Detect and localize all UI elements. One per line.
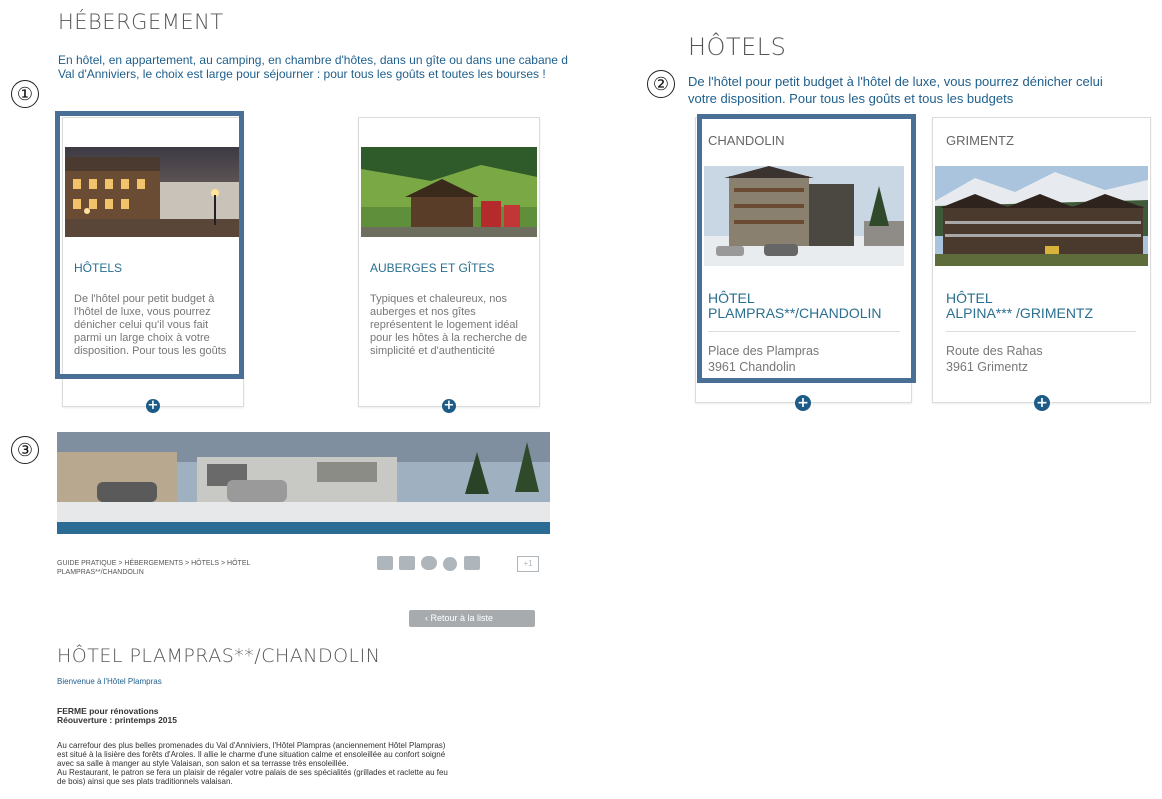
- hotels-intro-line1: De l'hôtel pour petit budget à l'hôtel d…: [688, 74, 1103, 89]
- marker-2: ②: [647, 70, 675, 98]
- like-icon[interactable]: [464, 556, 480, 570]
- add-icon[interactable]: [443, 557, 457, 571]
- plus-icon[interactable]: +: [1034, 395, 1050, 411]
- hotel-card-addr1: Route des Rahas: [946, 344, 1043, 358]
- breadcrumb-line1[interactable]: GUIDE PRATIQUE > HÉBERGEMENTS > HÔTELS >…: [57, 559, 250, 568]
- description-line: de bois) ainsi que ses plats traditionne…: [57, 777, 233, 786]
- description-line: avec sa salle à manger au style Valaisan…: [57, 759, 349, 768]
- welcome-text: Bienvenue à l'Hôtel Plampras: [57, 677, 162, 686]
- hebergement-intro-line2: Val d'Anniviers, le choix est large pour…: [58, 67, 546, 81]
- hebergement-title: HÉBERGEMENT: [58, 10, 224, 34]
- auberges-photo: [361, 147, 537, 237]
- plus-icon[interactable]: +: [795, 395, 811, 411]
- hotels-title: HÔTELS: [688, 33, 787, 61]
- detail-banner: [57, 432, 550, 534]
- print-icon[interactable]: [377, 556, 393, 570]
- hotel-card-location: GRIMENTZ: [946, 133, 1014, 148]
- highlight-box-1: [55, 111, 244, 379]
- description-line: Au carrefour des plus belles promenades …: [57, 741, 446, 750]
- detail-title: HÔTEL PLAMPRAS**/CHANDOLIN: [57, 645, 381, 667]
- plus-icon[interactable]: +: [146, 399, 160, 413]
- breadcrumb-line2[interactable]: PLAMPRAS**/CHANDOLIN: [57, 568, 144, 577]
- google-plus-icon[interactable]: +1: [517, 556, 539, 572]
- description-line: est situé à la lisière des forêts d'Arol…: [57, 750, 446, 759]
- card-auberges[interactable]: AUBERGES ET GÎTES Typiques et chaleureux…: [358, 117, 540, 407]
- hebergement-intro-line1: En hôtel, en appartement, au camping, en…: [58, 53, 568, 67]
- grimentz-photo: [935, 166, 1148, 266]
- description-line: Au Restaurant, le patron se fera un plai…: [57, 768, 448, 777]
- hotel-card-grimentz[interactable]: GRIMENTZ HÔTEL ALPINA*** /GRIMENTZ Route…: [932, 117, 1151, 403]
- highlight-box-2: [697, 114, 916, 383]
- hotel-card-name-line1[interactable]: HÔTEL: [946, 291, 993, 306]
- plus-icon[interactable]: +: [442, 399, 456, 413]
- marker-3: ③: [11, 436, 39, 464]
- hotels-intro-line2: votre disposition. Pour tous les goûts e…: [688, 91, 1014, 106]
- hotel-card-name-line2[interactable]: ALPINA*** /GRIMENTZ: [946, 306, 1093, 321]
- marker-1: ①: [11, 80, 39, 108]
- card-auberges-title[interactable]: AUBERGES ET GÎTES: [370, 261, 494, 275]
- back-to-list-button[interactable]: ‹ Retour à la liste: [409, 610, 535, 627]
- pdf-icon[interactable]: [399, 556, 415, 570]
- email-icon[interactable]: [421, 556, 437, 570]
- reopening-notice: Réouverture : printemps 2015: [57, 715, 177, 725]
- hotel-card-addr2: 3961 Grimentz: [946, 360, 1028, 374]
- card-auberges-text: Typiques et chaleureux, nos auberges et …: [370, 293, 528, 357]
- divider: [946, 331, 1136, 332]
